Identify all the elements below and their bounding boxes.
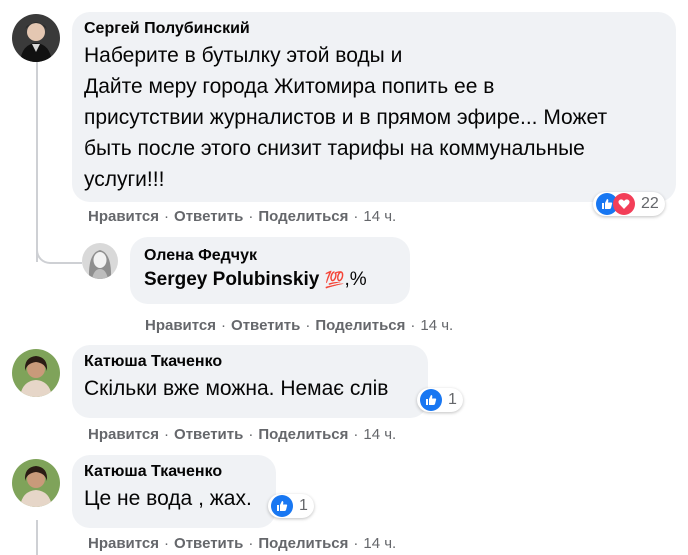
separator: · [353,208,359,225]
timestamp[interactable]: 14 ч. [420,317,453,334]
comment-author[interactable]: Олена Федчук [144,247,396,265]
reply-button[interactable]: Ответить [174,426,243,443]
separator: · [353,535,359,552]
timestamp[interactable]: 14 ч. [363,426,396,443]
reaction-count: 1 [299,497,308,514]
mention-link[interactable]: Sergey Polubinskiy [144,269,319,290]
comment-text-line: присутствии журналистов и в прямом эфире… [84,106,608,129]
comment-text-suffix: ,% [344,269,367,290]
avatar[interactable] [12,459,60,507]
reply-button[interactable]: Ответить [174,535,243,552]
share-button[interactable]: Поделиться [258,426,348,443]
like-button[interactable]: Нравится [88,426,159,443]
reactions-summary[interactable]: 22 [593,192,665,216]
comment-bubble: Олена Федчук Sergey Polubinskiy 💯,% [130,237,410,304]
separator: · [248,535,254,552]
reactions-summary[interactable]: 1 [268,494,314,518]
reactions-summary[interactable]: 1 [417,388,463,412]
comment-actions: Нравится · Ответить · Поделиться · 14 ч. [88,426,396,443]
separator: · [305,317,311,334]
share-button[interactable]: Поделиться [258,208,348,225]
like-button[interactable]: Нравится [88,208,159,225]
comment-text: Це не вода , жах. [84,487,252,510]
thread-line [36,520,38,555]
comment-text-line: услуги!!! [84,168,165,191]
comment-actions: Нравится · Ответить · Поделиться · 14 ч. [88,535,396,552]
comment-author[interactable]: Катюша Ткаченко [84,463,264,481]
like-button[interactable]: Нравится [88,535,159,552]
comment-text-line: быть после этого снизит тарифы на коммун… [84,137,585,160]
love-icon [613,193,635,215]
comment-actions: Нравится · Ответить · Поделиться · 14 ч. [88,208,396,225]
thread-line [36,62,38,262]
separator: · [164,208,170,225]
comment-text-line: Наберите в бутылку этой воды и [84,44,403,67]
separator: · [164,535,170,552]
separator: · [248,208,254,225]
reaction-count: 1 [448,391,457,408]
separator: · [353,426,359,443]
comment-bubble: Катюша Ткаченко Це не вода , жах. [72,455,276,528]
comment-bubble: Сергей Полубинский Наберите в бутылку эт… [72,12,676,202]
comment-bubble: Катюша Ткаченко Скільки вже можна. Немає… [72,345,428,418]
reply-button[interactable]: Ответить [231,317,300,334]
comment-text-line: Дайте меру города Житомира попить ее в [84,75,495,98]
reaction-count: 22 [641,195,659,212]
share-button[interactable]: Поделиться [315,317,405,334]
emoji-100: 💯 [324,272,345,289]
thread-line-curve [36,236,82,264]
separator: · [410,317,416,334]
separator: · [221,317,227,334]
comment-actions: Нравится · Ответить · Поделиться · 14 ч. [145,317,453,334]
timestamp[interactable]: 14 ч. [363,208,396,225]
like-button[interactable]: Нравится [145,317,216,334]
avatar[interactable] [12,14,60,62]
avatar[interactable] [82,243,118,279]
separator: · [164,426,170,443]
comment-author[interactable]: Сергей Полубинский [84,20,664,38]
separator: · [248,426,254,443]
timestamp[interactable]: 14 ч. [363,535,396,552]
like-icon [271,495,293,517]
share-button[interactable]: Поделиться [258,535,348,552]
comment-text: Sergey Polubinskiy 💯,% [144,267,396,294]
comment-author[interactable]: Катюша Ткаченко [84,353,416,371]
avatar[interactable] [12,349,60,397]
like-icon [420,389,442,411]
comment-text: Наберите в бутылку этой воды и Дайте мер… [84,40,664,195]
comment-text: Скільки вже можна. Немає слів [84,377,389,400]
reply-button[interactable]: Ответить [174,208,243,225]
